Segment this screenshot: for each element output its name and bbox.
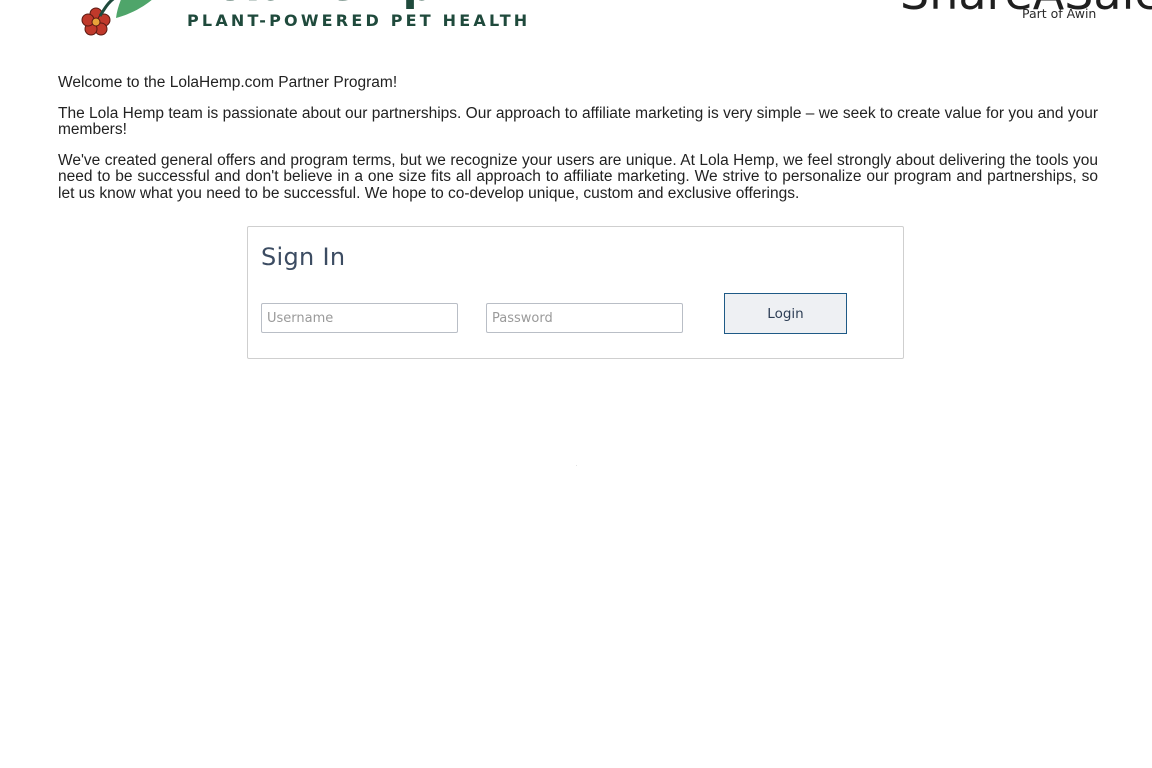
intro-text: Welcome to the LolaHemp.com Partner Prog… [58,74,1098,216]
login-button[interactable]: Login [724,293,847,334]
signin-title: Sign In [261,243,346,271]
brand-tagline: PLANT-POWERED PET HEALTH [187,11,531,30]
decorative-dot [576,465,577,466]
intro-paragraph-2: We've created general offers and program… [58,151,1098,202]
header: LolaHemp PLANT-POWERED PET HEALTH ShareA… [0,0,1152,50]
password-input[interactable] [486,303,683,333]
brand-name: LolaHemp [187,0,434,11]
network-sub-label: Part of Awin [1022,6,1097,21]
signin-panel: Sign In Login [247,226,904,359]
welcome-text: Welcome to the LolaHemp.com Partner Prog… [58,74,398,91]
intro-paragraph-1: The Lola Hemp team is passionate about o… [58,104,1098,138]
leaf-icon [116,0,152,18]
page: LolaHemp PLANT-POWERED PET HEALTH ShareA… [0,0,1152,768]
flower-icon [81,7,111,36]
username-input[interactable] [261,303,458,333]
